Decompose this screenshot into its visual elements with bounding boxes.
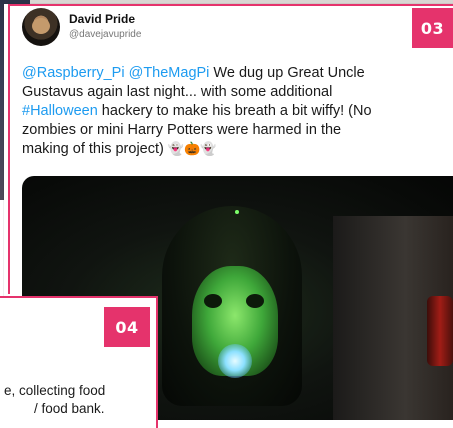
card-04-text: e, collecting food / food bank. xyxy=(0,382,105,418)
section-number-badge: 03 xyxy=(412,8,453,48)
tweet-text-segment: Gustavus again last night... with some a… xyxy=(22,84,333,100)
card-04-border-top xyxy=(0,296,158,298)
tweet-card-border-left xyxy=(8,4,10,294)
tweet-text-line: #Halloween hackery to make his breath a … xyxy=(22,102,453,121)
tweet-text-segment: making of this project) xyxy=(22,141,168,157)
card-04-border-right xyxy=(156,296,158,428)
tweet-text-line: zombies or mini Harry Potters were harme… xyxy=(22,121,453,140)
tweet-card-border-top xyxy=(8,4,453,6)
mention-link[interactable]: @Raspberry_Pi xyxy=(22,65,125,81)
tweet-text-segment: We dug up Great Uncle xyxy=(209,65,365,81)
tweet-text-line: @Raspberry_Pi @TheMagPi We dug up Great … xyxy=(22,64,453,83)
mention-link[interactable]: @TheMagPi xyxy=(129,65,210,81)
section-number-badge-04: 04 xyxy=(104,307,150,347)
tweet-text-line: making of this project) 👻🎃👻 xyxy=(22,140,453,159)
hashtag-link[interactable]: #Halloween xyxy=(22,103,98,119)
tweet-text: @Raspberry_Pi @TheMagPi We dug up Great … xyxy=(22,64,453,159)
card-04-line-2: / food bank. xyxy=(34,401,105,416)
tweet-text-segment: zombies or mini Harry Potters were harme… xyxy=(22,122,342,138)
author-handle[interactable]: @davejavupride xyxy=(69,29,141,40)
author-name[interactable]: David Pride xyxy=(69,12,135,26)
tweet-text-line: Gustavus again last night... with some a… xyxy=(22,83,453,102)
author-avatar[interactable] xyxy=(22,8,60,46)
emoji-ghost-pumpkin-icon: 👻🎃👻 xyxy=(167,142,217,157)
tweet-text-segment: hackery to make his breath a bit wiffy! … xyxy=(97,103,372,119)
card-04-line-1: e, collecting food xyxy=(4,383,106,398)
